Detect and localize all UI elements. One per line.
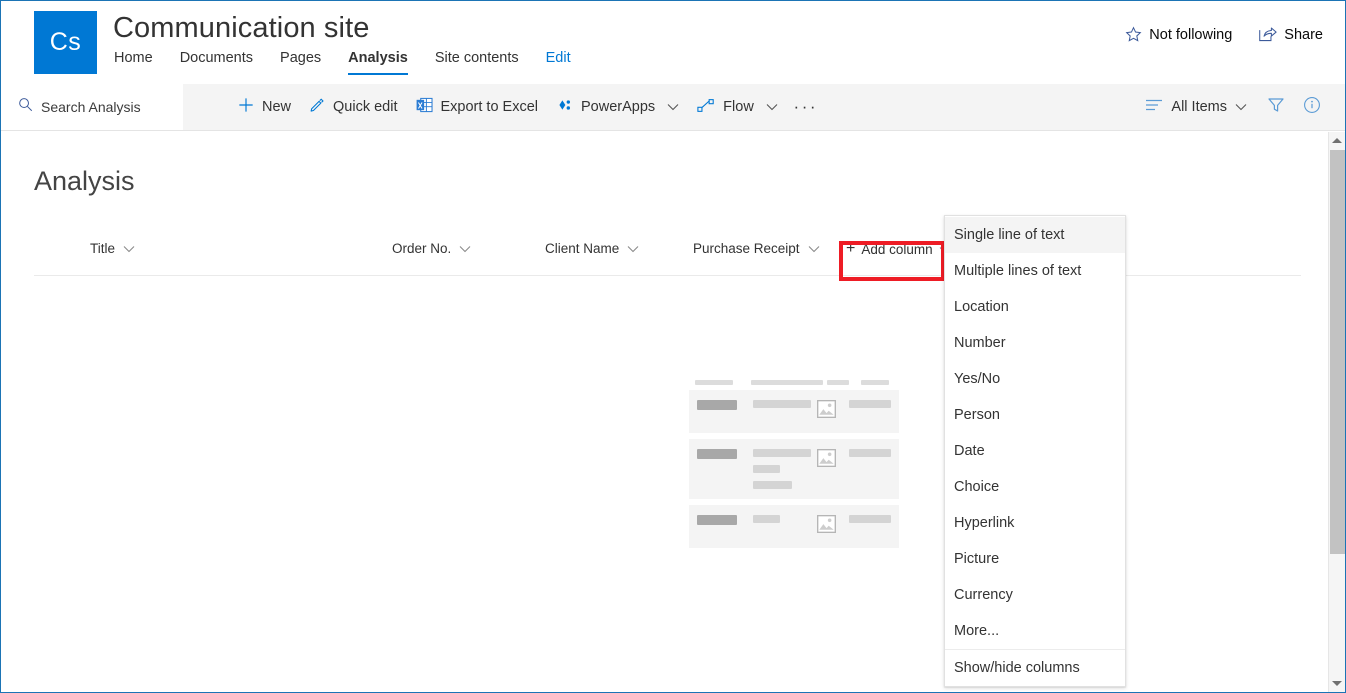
chevron-down-icon bbox=[667, 99, 679, 115]
empty-state: Click New to add items bbox=[689, 374, 899, 554]
nav-item-site-contents[interactable]: Site contents bbox=[435, 50, 519, 73]
nav-item-home[interactable]: Home bbox=[114, 50, 153, 73]
new-label: New bbox=[262, 99, 292, 115]
menu-item-single-line-of-text[interactable]: Single line of text bbox=[945, 217, 1125, 253]
menu-item-yes-no[interactable]: Yes/No bbox=[945, 361, 1125, 397]
not-following-label: Not following bbox=[1149, 26, 1233, 43]
list-content: Analysis Title Order No. Client Name Pur… bbox=[1, 131, 1345, 692]
skeleton-row bbox=[689, 505, 899, 548]
menu-item-date[interactable]: Date bbox=[945, 433, 1125, 469]
skeleton-row bbox=[689, 439, 899, 499]
export-label: Export to Excel bbox=[440, 99, 539, 115]
skeleton-header-row bbox=[689, 374, 899, 390]
picture-placeholder-icon bbox=[816, 399, 836, 423]
pencil-icon bbox=[309, 97, 325, 117]
header-actions: Not following Share bbox=[1125, 26, 1323, 43]
powerapps-icon bbox=[556, 98, 573, 116]
menu-item-hyperlink[interactable]: Hyperlink bbox=[945, 505, 1125, 541]
site-navigation: Home Documents Pages Analysis Site conte… bbox=[114, 50, 571, 75]
quick-edit-button[interactable]: Quick edit bbox=[300, 84, 406, 130]
not-following-button[interactable]: Not following bbox=[1125, 26, 1232, 43]
chevron-down-icon bbox=[808, 241, 820, 256]
picture-placeholder-icon bbox=[816, 514, 836, 538]
search-input[interactable]: Search Analysis bbox=[1, 84, 183, 130]
column-header-label: Order No. bbox=[392, 241, 452, 256]
filter-button[interactable] bbox=[1259, 84, 1293, 130]
menu-item-location[interactable]: Location bbox=[945, 289, 1125, 325]
column-header-label: Title bbox=[90, 241, 116, 256]
search-placeholder: Search Analysis bbox=[41, 99, 141, 115]
flow-label: Flow bbox=[723, 99, 754, 115]
site-logo[interactable]: Cs bbox=[34, 11, 97, 74]
flow-button[interactable]: Flow bbox=[688, 84, 787, 130]
column-header-label: Purchase Receipt bbox=[693, 241, 800, 256]
sharepoint-list-page: Cs Communication site Home Documents Pag… bbox=[0, 0, 1346, 693]
nav-item-analysis[interactable]: Analysis bbox=[348, 50, 408, 75]
powerapps-button[interactable]: PowerApps bbox=[547, 84, 688, 130]
nav-item-documents[interactable]: Documents bbox=[180, 50, 253, 73]
column-header-order-no[interactable]: Order No. bbox=[392, 241, 471, 256]
plus-icon bbox=[238, 97, 254, 117]
site-header: Cs Communication site Home Documents Pag… bbox=[1, 1, 1345, 84]
list-view-icon bbox=[1145, 98, 1163, 116]
scroll-down-button[interactable] bbox=[1329, 675, 1345, 692]
site-title: Communication site bbox=[113, 12, 370, 44]
column-header-label: Client Name bbox=[545, 241, 620, 256]
triangle-down-icon bbox=[1332, 681, 1342, 686]
page-title: Analysis bbox=[34, 166, 135, 196]
command-bar-right: All Items bbox=[1135, 84, 1329, 130]
menu-item-person[interactable]: Person bbox=[945, 397, 1125, 433]
info-button[interactable] bbox=[1295, 84, 1329, 130]
command-buttons: New Quick edit Export to Excel PowerApps… bbox=[229, 84, 825, 130]
plus-icon: + bbox=[846, 240, 856, 257]
view-selector-button[interactable]: All Items bbox=[1135, 84, 1257, 130]
nav-item-pages[interactable]: Pages bbox=[280, 50, 321, 73]
filter-icon bbox=[1267, 96, 1285, 119]
share-button[interactable]: Share bbox=[1258, 26, 1323, 43]
picture-placeholder-icon bbox=[816, 448, 836, 472]
chevron-down-icon bbox=[123, 241, 135, 256]
add-column-button[interactable]: + Add column bbox=[846, 241, 951, 257]
column-header-purchase-receipt[interactable]: Purchase Receipt bbox=[693, 241, 820, 256]
flow-icon bbox=[697, 98, 715, 117]
scroll-up-button[interactable] bbox=[1329, 132, 1345, 149]
vertical-scrollbar[interactable] bbox=[1328, 132, 1345, 692]
info-icon bbox=[1303, 96, 1321, 119]
powerapps-label: PowerApps bbox=[581, 99, 656, 115]
view-label: All Items bbox=[1171, 99, 1227, 115]
menu-item-currency[interactable]: Currency bbox=[945, 577, 1125, 613]
more-commands-button[interactable]: ··· bbox=[787, 84, 825, 130]
chevron-down-icon bbox=[766, 99, 778, 115]
menu-item-number[interactable]: Number bbox=[945, 325, 1125, 361]
column-header-client-name[interactable]: Client Name bbox=[545, 241, 639, 256]
scrollbar-thumb[interactable] bbox=[1330, 150, 1345, 554]
export-to-excel-button[interactable]: Export to Excel bbox=[407, 84, 548, 130]
triangle-up-icon bbox=[1332, 138, 1342, 143]
menu-item-multiple-lines-of-text[interactable]: Multiple lines of text bbox=[945, 253, 1125, 289]
new-button[interactable]: New bbox=[229, 84, 300, 130]
chevron-down-icon bbox=[1235, 99, 1247, 115]
search-icon bbox=[18, 97, 33, 117]
share-label: Share bbox=[1284, 26, 1323, 43]
star-icon bbox=[1125, 26, 1142, 43]
chevron-down-icon bbox=[459, 241, 471, 256]
add-column-label: Add column bbox=[861, 241, 933, 257]
chevron-down-icon bbox=[627, 241, 639, 256]
skeleton-row bbox=[689, 390, 899, 433]
column-header-title[interactable]: Title bbox=[90, 241, 135, 256]
excel-icon bbox=[416, 97, 433, 117]
empty-state-illustration bbox=[689, 374, 899, 548]
nav-item-edit[interactable]: Edit bbox=[546, 50, 571, 73]
menu-item-picture[interactable]: Picture bbox=[945, 541, 1125, 577]
menu-item-show-hide-columns[interactable]: Show/hide columns bbox=[945, 650, 1125, 686]
command-bar: Search Analysis New Quick edit Export to… bbox=[1, 84, 1345, 131]
add-column-menu: Single line of text Multiple lines of te… bbox=[944, 215, 1126, 687]
menu-item-choice[interactable]: Choice bbox=[945, 469, 1125, 505]
quick-edit-label: Quick edit bbox=[333, 99, 398, 115]
menu-item-more[interactable]: More... bbox=[945, 613, 1125, 649]
share-icon bbox=[1258, 26, 1277, 43]
